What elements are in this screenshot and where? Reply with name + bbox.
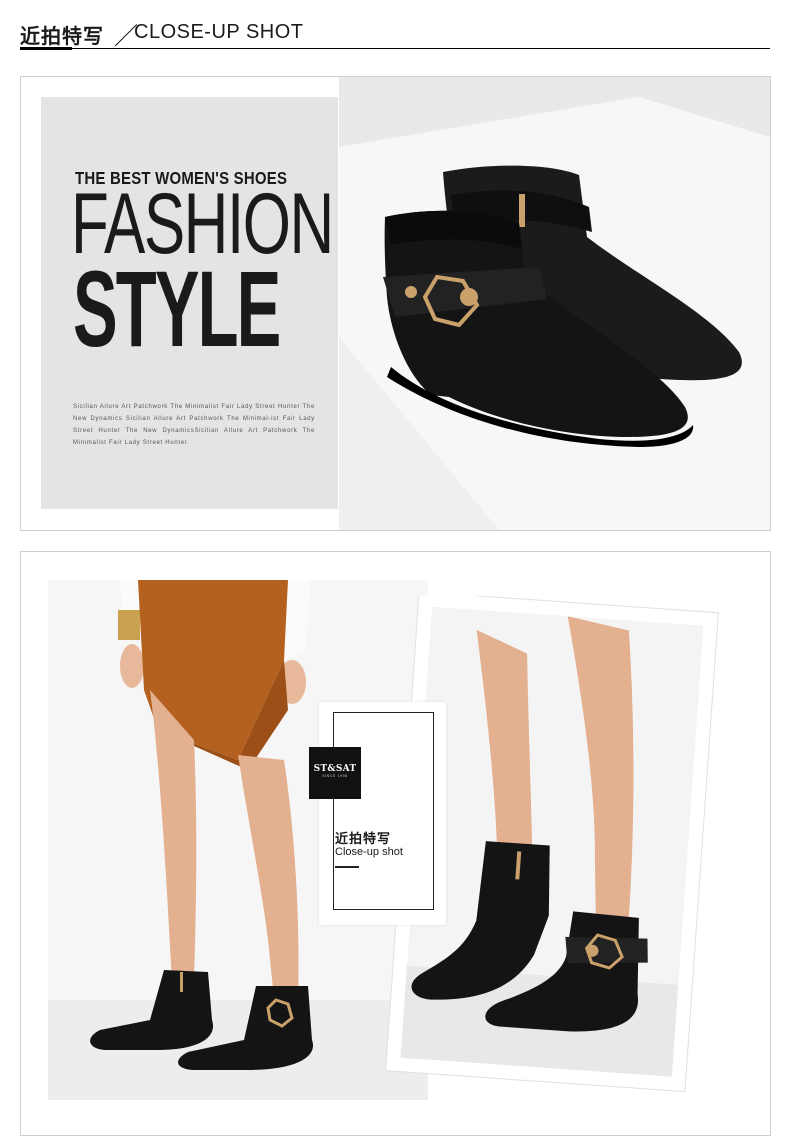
ankle-boots-product-photo xyxy=(339,77,770,530)
section-title-en: CLOSE-UP SHOT xyxy=(134,21,304,43)
brand-card-frame xyxy=(333,712,434,910)
brand-card-title-en: Close-up shot xyxy=(335,846,403,858)
hero-headline-style: STYLE xyxy=(73,248,281,369)
brand-logo-since: SINCE 1998 xyxy=(322,774,348,778)
hero-body-text: Sicilian Allure Art Patchwork The Minima… xyxy=(73,404,315,446)
brand-card-title-cn: 近拍特写 xyxy=(335,831,392,846)
header-divider xyxy=(20,48,770,49)
lifestyle-panel: ST&SAT SINCE 1998 近拍特写 Close-up shot xyxy=(20,551,771,1136)
brand-badge-card: ST&SAT SINCE 1998 近拍特写 Close-up shot xyxy=(309,702,446,925)
section-header: 近拍特写 ／ CLOSE-UP SHOT xyxy=(20,14,770,52)
brand-logo-text: ST&SAT xyxy=(313,764,357,774)
hero-text-card: THE BEST WOMEN'S SHOES FASHION STYLE Sic… xyxy=(41,97,338,509)
brand-card-dash xyxy=(335,866,359,868)
section-title-cn: 近拍特写 xyxy=(20,26,104,48)
header-accent-bar xyxy=(20,47,72,50)
brand-logo: ST&SAT SINCE 1998 xyxy=(309,747,361,799)
hero-panel: THE BEST WOMEN'S SHOES FASHION STYLE Sic… xyxy=(20,76,771,531)
